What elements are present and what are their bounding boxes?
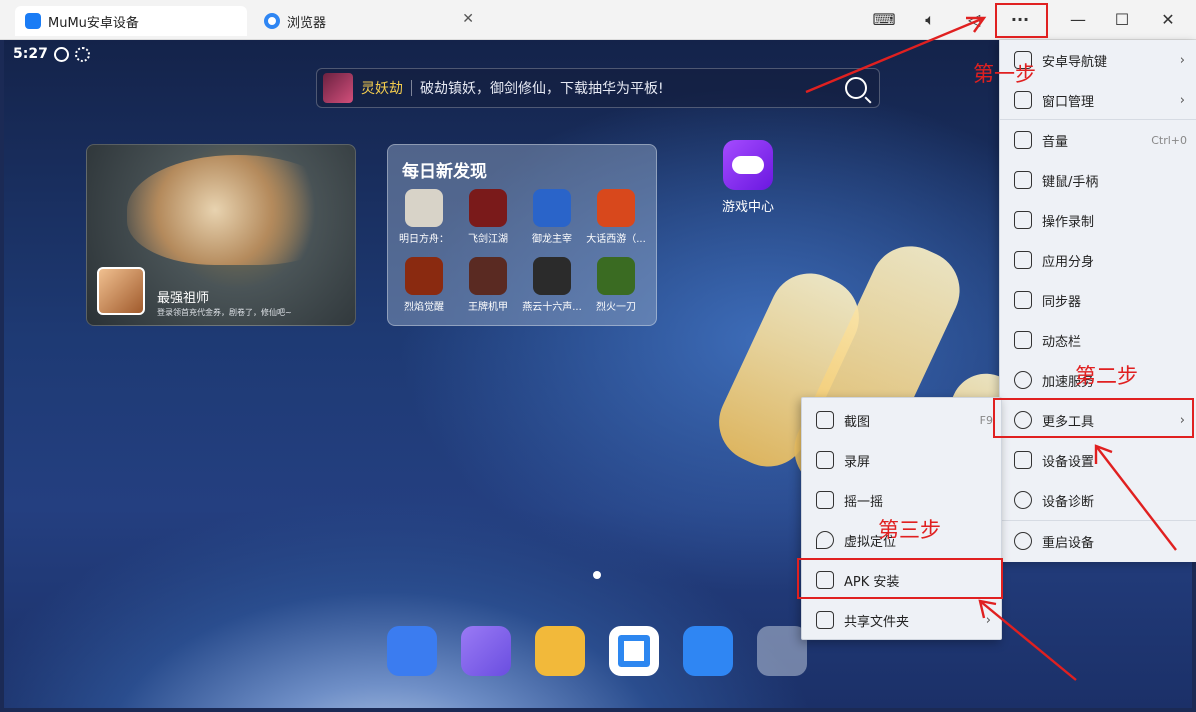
arrow-step3 — [979, 600, 1077, 681]
annotation-arrows — [805, 16, 1177, 681]
arrow-step2 — [1095, 445, 1177, 551]
arrow-step1 — [805, 16, 985, 94]
